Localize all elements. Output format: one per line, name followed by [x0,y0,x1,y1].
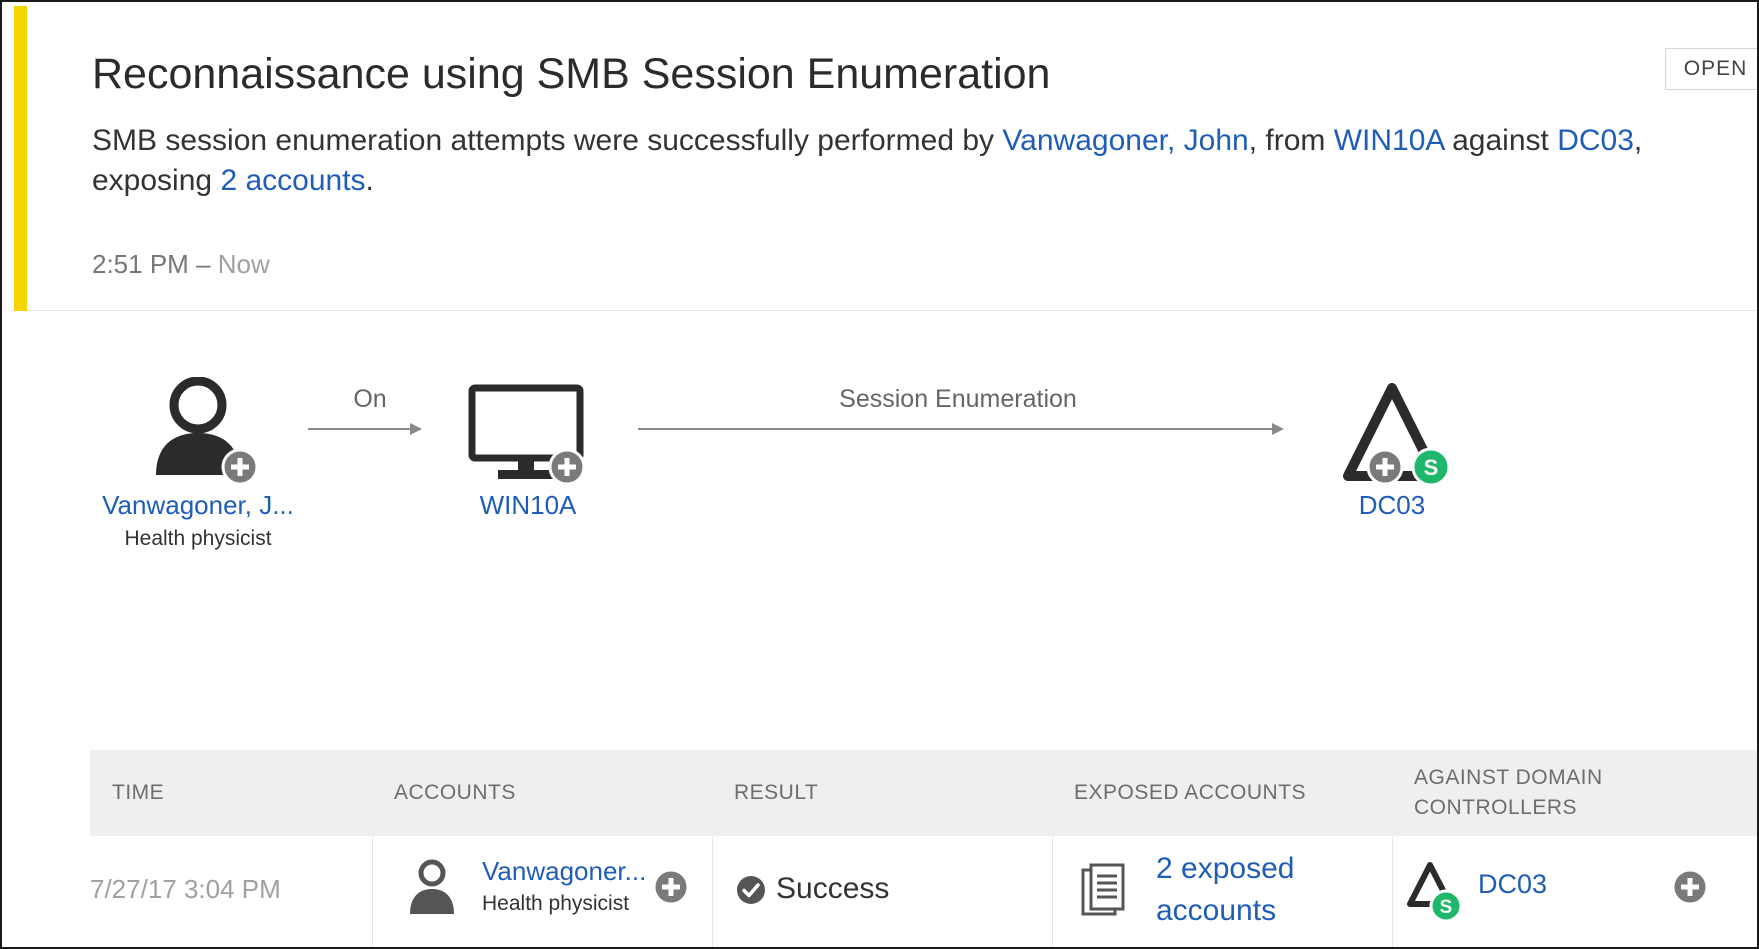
target-dc-link[interactable]: DC03 [1557,124,1634,157]
status-open-button[interactable]: OPEN [1665,48,1757,90]
exposed-accounts-link[interactable]: 2 accounts [220,164,365,197]
table-header: TIME ACCOUNTS RESULT EXPOSED ACCOUNTS AG… [90,750,1757,836]
add-dc-plus-icon[interactable] [1671,868,1709,906]
arrow-session-enumeration [638,423,1284,435]
header-against-dc-line2: CONTROLLERS [1414,796,1578,819]
add-dc-plus-icon[interactable] [1366,448,1404,486]
column-divider [1392,836,1393,947]
column-divider [372,836,373,947]
time-start: 2:51 PM [92,249,189,279]
dc-node: DC03 [1292,490,1492,521]
user-node-label[interactable]: Vanwagoner, J... [98,490,298,521]
dc-node-label[interactable]: DC03 [1292,490,1492,521]
computer-node-label[interactable]: WIN10A [428,490,628,521]
row-account-link[interactable]: Vanwagoner... [482,856,646,887]
computer-node: WIN10A [428,490,628,521]
add-computer-plus-icon[interactable] [548,448,586,486]
user-icon [410,859,454,914]
source-computer-link[interactable]: WIN10A [1334,124,1444,157]
user-link[interactable]: Vanwagoner, John [1002,124,1248,157]
exposed-line2[interactable]: accounts [1156,894,1276,927]
exposed-line1[interactable]: 2 exposed [1156,852,1294,885]
header-time: TIME [112,781,165,804]
row-time: 7/27/17 3:04 PM [90,874,281,904]
alert-title: Reconnaissance using SMB Session Enumera… [92,50,1051,98]
sensitive-badge-icon: S [1429,889,1463,923]
description-text: , [1633,124,1643,157]
header-result: RESULT [734,781,819,804]
add-account-plus-icon[interactable] [652,868,690,906]
description-text: exposing [92,164,221,197]
column-divider [1052,836,1053,947]
row-account-role: Health physicist [482,892,630,915]
alert-panel: Reconnaissance using SMB Session Enumera… [0,0,1759,949]
severity-accent-bar [14,6,27,311]
description-text: , from [1248,124,1334,157]
time-end: Now [217,249,270,279]
alert-time-range: 2:51 PM – Now [92,249,270,280]
header-against-dc: AGAINST DOMAIN CONTROLLERS [1414,763,1603,823]
row-exposed-accounts-link[interactable]: 2 exposed accounts [1156,848,1294,932]
sensitive-badge-icon: S [1411,447,1451,487]
alert-header: Reconnaissance using SMB Session Enumera… [12,6,1757,311]
description-text: . [365,164,374,197]
alert-description: SMB session enumeration attempts were su… [92,121,1692,201]
header-accounts: ACCOUNTS [394,781,516,804]
time-separator: – [188,249,218,279]
svg-text:S: S [1424,455,1439,480]
row-dc-link[interactable]: DC03 [1478,869,1547,900]
add-user-plus-icon[interactable] [221,448,259,486]
edge-session-enumeration-label: Session Enumeration [839,385,1077,413]
description-text: against [1443,124,1558,157]
svg-text:S: S [1440,897,1453,918]
edge-on-label: On [353,385,387,413]
success-check-icon [737,876,765,904]
arrow-on [308,423,422,435]
header-exposed-accounts: EXPOSED ACCOUNTS [1074,781,1307,804]
header-against-dc-line1: AGAINST DOMAIN [1414,766,1603,789]
column-divider [712,836,713,947]
user-node-role: Health physicist [124,527,272,550]
row-result: Success [776,872,890,905]
description-text: SMB session enumeration attempts were su… [92,124,1003,157]
user-node: Vanwagoner, J... Health physicist [98,490,298,551]
activity-diagram: Vanwagoner, J... Health physicist On WIN… [2,312,1757,742]
document-list-icon [1081,863,1125,916]
